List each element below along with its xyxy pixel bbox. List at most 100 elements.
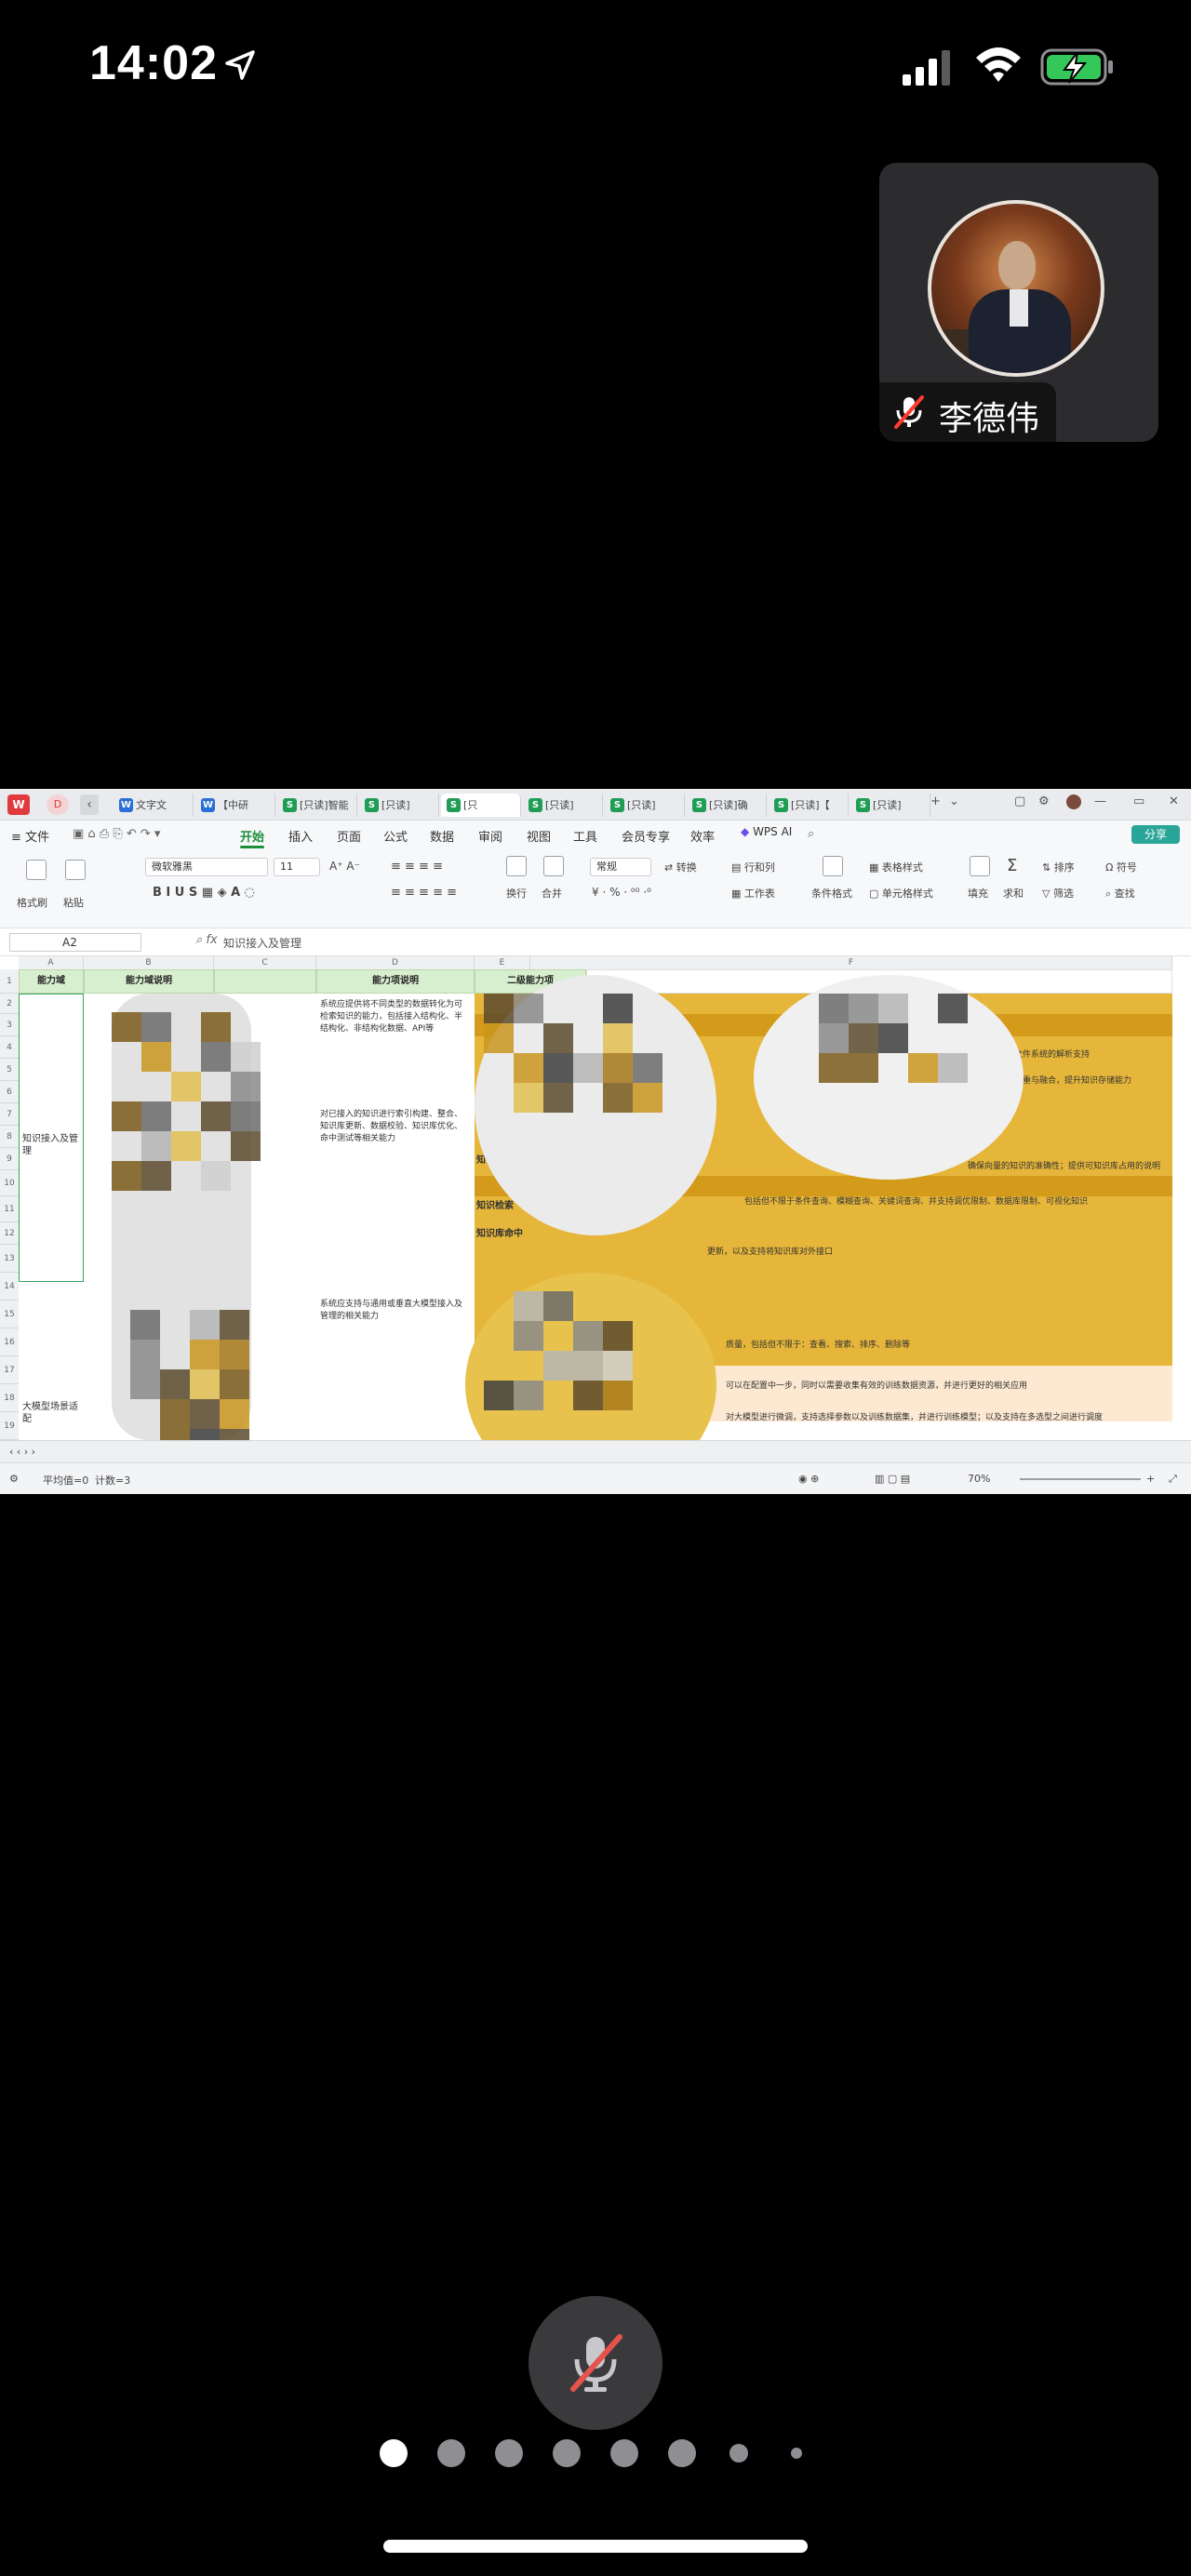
row-header[interactable]: 10 bbox=[0, 1170, 19, 1196]
row-header[interactable]: 15 bbox=[0, 1301, 19, 1328]
merge-cells-label[interactable]: 合并 bbox=[542, 886, 562, 901]
page-dot-5[interactable] bbox=[610, 2439, 638, 2467]
quick-access-toolbar[interactable]: ▣ ⌂ ⎙ ⎘ ↶ ↷ ▾ bbox=[73, 827, 160, 841]
add-tab-icon[interactable]: + bbox=[930, 794, 941, 808]
minimize-icon[interactable]: — bbox=[1094, 794, 1106, 808]
conditional-format-label[interactable]: 条件格式 bbox=[811, 886, 852, 901]
row-header[interactable]: 2 bbox=[0, 994, 19, 1014]
merge-cells-icon[interactable] bbox=[543, 856, 564, 876]
menu-member[interactable]: 会员专享 bbox=[622, 827, 670, 845]
row-header[interactable]: 9 bbox=[0, 1148, 19, 1170]
format-painter-label[interactable]: 格式刷 bbox=[17, 895, 47, 910]
format-painter-icon[interactable] bbox=[26, 860, 47, 880]
menu-review[interactable]: 审阅 bbox=[478, 827, 502, 845]
row-header[interactable]: 19 bbox=[0, 1412, 19, 1440]
filter-button[interactable]: ▽ 筛选 bbox=[1042, 886, 1074, 901]
column-header-b[interactable]: B bbox=[84, 956, 214, 969]
wps-logo-icon[interactable]: W bbox=[7, 794, 30, 815]
tab-list-icon[interactable]: ⌄ bbox=[949, 794, 959, 808]
menu-efficiency[interactable]: 效率 bbox=[690, 827, 715, 845]
document-tab[interactable]: S [只读] bbox=[850, 794, 930, 817]
row-header[interactable]: 1 bbox=[0, 969, 19, 994]
user-avatar[interactable] bbox=[1066, 794, 1081, 809]
column-header-d[interactable]: D bbox=[316, 956, 475, 969]
row-header[interactable]: 12 bbox=[0, 1222, 19, 1245]
bold-italic-underline-icons[interactable]: B I U S ▦ ◈ A ◌ bbox=[153, 886, 255, 900]
document-tab[interactable]: S [只读] bbox=[523, 794, 603, 817]
sort-button[interactable]: ⇅ 排序 bbox=[1042, 860, 1075, 874]
alignment-icons[interactable]: ≡ ≡ ≡ ≡ bbox=[391, 860, 443, 874]
mute-toggle-button[interactable] bbox=[529, 2296, 662, 2430]
row-header[interactable]: 7 bbox=[0, 1103, 19, 1126]
row-header[interactable]: 4 bbox=[0, 1036, 19, 1059]
number-format-icons[interactable]: ¥ · % · ⁰⁰ ·⁰ bbox=[592, 886, 651, 899]
fullscreen-icon[interactable]: ⤢ bbox=[1169, 1473, 1177, 1486]
tab-scroll-left-icon[interactable]: ‹ bbox=[80, 794, 99, 815]
search-icon[interactable]: ⌕ bbox=[808, 827, 814, 841]
view-mode-icons[interactable]: ▥ ▢ ▤ bbox=[875, 1473, 910, 1485]
document-tab[interactable]: S [只读]智能 bbox=[277, 794, 357, 817]
sum-label[interactable]: 求和 bbox=[1003, 886, 1024, 901]
status-settings-icon[interactable]: ⚙ bbox=[9, 1473, 19, 1485]
rows-cols-button[interactable]: ▤ 行和列 bbox=[731, 860, 775, 874]
column-header-c[interactable]: C bbox=[214, 956, 316, 969]
share-button[interactable]: 分享 bbox=[1131, 825, 1180, 844]
alignment-icons-2[interactable]: ≡ ≡ ≡ ≡ ≡ bbox=[391, 886, 457, 900]
worksheet-button[interactable]: ▦ 工作表 bbox=[731, 886, 775, 901]
document-tab[interactable]: S [只 bbox=[441, 794, 521, 817]
font-name-select[interactable]: 微软雅黑 bbox=[145, 858, 268, 876]
row-header[interactable]: 16 bbox=[0, 1328, 19, 1356]
conditional-format-icon[interactable] bbox=[823, 856, 843, 876]
menu-data[interactable]: 数据 bbox=[430, 827, 454, 845]
page-dot-8[interactable] bbox=[791, 2448, 802, 2459]
page-dot-3[interactable] bbox=[495, 2439, 523, 2467]
cell-style-button[interactable]: ▢ 单元格样式 bbox=[869, 886, 933, 901]
menu-formula[interactable]: 公式 bbox=[383, 827, 408, 845]
row-header[interactable]: 11 bbox=[0, 1196, 19, 1222]
row-header[interactable]: 6 bbox=[0, 1081, 19, 1103]
home-indicator[interactable] bbox=[383, 2540, 808, 2553]
window-layout-icon[interactable]: ▢ bbox=[1014, 794, 1025, 808]
name-box[interactable]: A2 bbox=[9, 933, 141, 952]
wrap-text-label[interactable]: 换行 bbox=[506, 886, 527, 901]
row-header[interactable]: 13 bbox=[0, 1245, 19, 1273]
wps-ai-button[interactable]: ◆ WPS AI bbox=[741, 825, 792, 844]
font-grow-shrink-icon[interactable]: A⁺ A⁻ bbox=[329, 860, 360, 873]
wrap-text-icon[interactable] bbox=[506, 856, 527, 876]
table-style-button[interactable]: ▦ 表格样式 bbox=[869, 860, 923, 874]
document-tab[interactable]: W 文字文 bbox=[114, 794, 194, 817]
menu-home[interactable]: 开始 bbox=[240, 827, 264, 845]
row-header[interactable]: 8 bbox=[0, 1126, 19, 1148]
column-header-e[interactable]: E bbox=[475, 956, 530, 969]
page-indicator[interactable] bbox=[0, 2437, 1191, 2467]
fill-icon[interactable] bbox=[970, 856, 990, 876]
menu-insert[interactable]: 插入 bbox=[288, 827, 313, 845]
document-tab[interactable]: W 【中研 bbox=[195, 794, 275, 817]
symbol-button[interactable]: Ω 符号 bbox=[1105, 860, 1137, 874]
sum-icon[interactable]: Σ bbox=[1007, 856, 1017, 875]
paste-label[interactable]: 粘贴 bbox=[63, 895, 84, 910]
menu-file[interactable]: ≡ 文件 bbox=[11, 827, 49, 845]
document-tab[interactable]: S [只读]确 bbox=[687, 794, 767, 817]
document-tab[interactable]: S [只读]【 bbox=[769, 794, 849, 817]
row-header[interactable]: 5 bbox=[0, 1059, 19, 1081]
participant-tile[interactable]: 李德伟 bbox=[879, 163, 1158, 442]
menu-tools[interactable]: 工具 bbox=[573, 827, 597, 845]
font-size-select[interactable]: 11 bbox=[274, 858, 320, 876]
page-dot-2[interactable] bbox=[437, 2439, 465, 2467]
sheet-nav-icons[interactable]: ‹ ‹ › › bbox=[9, 1446, 35, 1458]
spreadsheet-grid[interactable]: A B C D E F 能力域 能力域说明 能力项说明 二级能力项 123456… bbox=[0, 956, 1191, 1494]
wps-home-icon[interactable]: D bbox=[47, 794, 69, 815]
close-icon[interactable]: ✕ bbox=[1169, 794, 1179, 808]
formula-input[interactable]: 知识接入及管理 bbox=[223, 935, 301, 951]
row-header[interactable]: 3 bbox=[0, 1014, 19, 1036]
document-tab[interactable]: S [只读] bbox=[605, 794, 685, 817]
page-dot-7[interactable] bbox=[729, 2444, 748, 2463]
column-header-f[interactable]: F bbox=[530, 956, 1172, 969]
column-header-a[interactable]: A bbox=[19, 956, 84, 969]
maximize-icon[interactable]: ▭ bbox=[1133, 794, 1144, 808]
paste-icon[interactable] bbox=[65, 860, 86, 880]
menu-view[interactable]: 视图 bbox=[527, 827, 551, 845]
zoom-slider[interactable] bbox=[1020, 1478, 1141, 1480]
document-tab[interactable]: S [只读] bbox=[359, 794, 439, 817]
